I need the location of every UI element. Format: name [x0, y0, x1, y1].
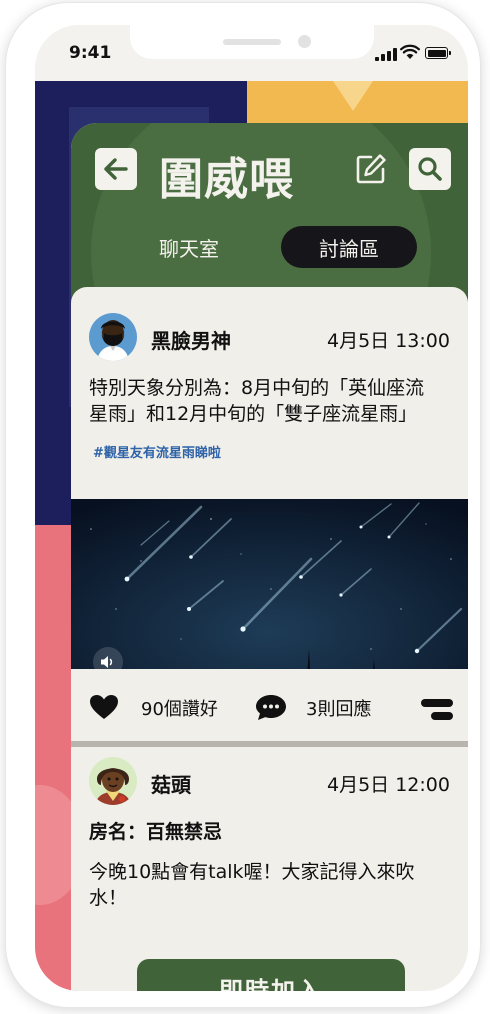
post-card: 菇頭 4月5日 12:00 房名：百無禁忌 今晚10點會有talk喔！大家記得入… — [71, 747, 468, 991]
post-username[interactable]: 菇頭 — [151, 769, 191, 798]
background-triangle — [333, 81, 373, 111]
app-title: 圍威喂 — [159, 154, 294, 205]
room-name: 房名：百無禁忌 — [89, 821, 223, 843]
front-camera — [298, 35, 311, 48]
more-icon[interactable] — [421, 699, 453, 721]
back-button[interactable] — [95, 148, 137, 190]
tab-chatroom[interactable]: 聊天室 — [121, 226, 257, 268]
phone-frame: 9:41 圍威喂 聊天室 討論區 黑臉男神 4月5日 13:00 特別天象分別為… — [6, 3, 480, 1007]
post-text: 特別天象分別為：8月中旬的「英仙座流 星雨」和12月中旬的「雙子座流星雨」 — [89, 375, 424, 427]
notch — [130, 25, 374, 59]
post-text: 今晚10點會有talk喔！大家記得入來吹 水！ — [89, 859, 415, 911]
screen: 9:41 圍威喂 聊天室 討論區 黑臉男神 4月5日 13:00 特別天象分別為… — [35, 25, 468, 991]
avatar[interactable] — [89, 313, 137, 361]
avatar[interactable] — [89, 757, 137, 805]
speaker-icon — [101, 656, 113, 668]
post-actions: 90個讚好 3則回應 — [71, 669, 468, 743]
search-icon — [418, 157, 442, 181]
app-container: 圍威喂 聊天室 討論區 黑臉男神 4月5日 13:00 特別天象分別為：8月中旬… — [71, 123, 468, 991]
post-text-line: 特別天象分別為：8月中旬的「英仙座流 — [89, 377, 425, 399]
post-hashtag[interactable]: #觀星友有流星雨睇啦 — [93, 442, 221, 461]
heart-icon[interactable] — [89, 694, 119, 720]
battery-icon — [425, 47, 451, 59]
user-avatar-image — [89, 757, 137, 805]
status-time: 9:41 — [69, 43, 112, 63]
wifi-icon — [400, 44, 420, 59]
post-image[interactable] — [71, 499, 468, 689]
earpiece — [223, 39, 281, 45]
join-now-button[interactable]: 即時加入 — [137, 959, 405, 991]
edit-icon[interactable] — [354, 152, 388, 186]
status-bar: 9:41 — [35, 25, 468, 81]
search-button[interactable] — [409, 148, 451, 190]
post-timestamp: 4月5日 13:00 — [327, 330, 450, 352]
chat-bubble-icon[interactable] — [255, 693, 287, 721]
user-avatar-image — [89, 313, 137, 361]
post-text-line: 水！ — [89, 887, 128, 909]
signal-icon — [375, 47, 397, 61]
like-count[interactable]: 90個讚好 — [141, 695, 218, 721]
arrow-left-icon — [104, 158, 128, 180]
post-text-line: 今晚10點會有talk喔！大家記得入來吹 — [89, 861, 415, 883]
post-timestamp: 4月5日 12:00 — [327, 774, 450, 796]
post-text-line: 星雨」和12月中旬的「雙子座流星雨」 — [89, 403, 418, 425]
reply-count[interactable]: 3則回應 — [306, 695, 371, 721]
tab-discussion[interactable]: 討論區 — [281, 226, 417, 268]
post-username[interactable]: 黑臉男神 — [151, 325, 231, 354]
meteor-shower-image — [71, 499, 468, 689]
